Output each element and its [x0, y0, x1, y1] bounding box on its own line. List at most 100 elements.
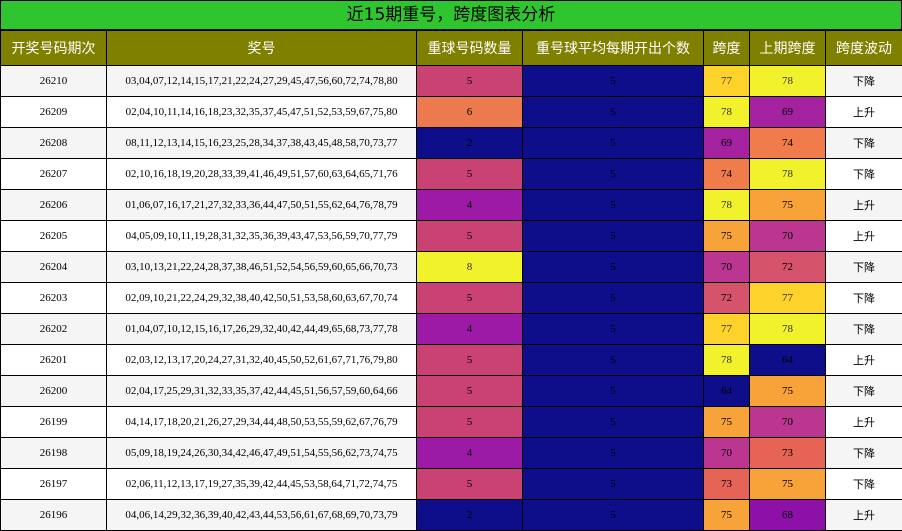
cell-trend: 下降 — [825, 375, 902, 407]
cell-avg-repeat: 5 — [522, 127, 704, 159]
cell-prev-span: 64 — [749, 344, 826, 376]
cell-span: 77 — [703, 313, 750, 345]
cell-prev-span: 70 — [749, 220, 826, 252]
cell-period: 26200 — [0, 375, 107, 407]
cell-avg-repeat: 5 — [522, 220, 704, 252]
cell-repeat-count: 2 — [416, 127, 523, 159]
cell-numbers: 02,06,11,12,13,17,19,27,35,39,42,44,45,5… — [106, 468, 417, 500]
header-trend: 跨度波动 — [825, 30, 902, 66]
cell-avg-repeat: 5 — [522, 282, 704, 314]
cell-prev-span: 73 — [749, 437, 826, 469]
header-numbers: 奖号 — [106, 30, 417, 66]
cell-repeat-count: 4 — [416, 437, 523, 469]
cell-prev-span: 78 — [749, 158, 826, 190]
cell-trend: 下降 — [825, 468, 902, 500]
cell-numbers: 04,06,14,29,32,36,39,40,42,43,44,53,56,6… — [106, 499, 417, 531]
cell-prev-span: 75 — [749, 375, 826, 407]
cell-trend: 上升 — [825, 344, 902, 376]
cell-span: 70 — [703, 251, 750, 283]
table-header-row: 开奖号码期次 奖号 重球号码数量 重号球平均每期开出个数 跨度 上期跨度 跨度波… — [0, 30, 902, 66]
cell-period: 26207 — [0, 158, 107, 190]
cell-span: 77 — [703, 65, 750, 97]
cell-numbers: 02,10,16,18,19,20,28,33,39,41,46,49,51,5… — [106, 158, 417, 190]
cell-prev-span: 70 — [749, 406, 826, 438]
cell-prev-span: 74 — [749, 127, 826, 159]
table-row: 26209 02,04,10,11,14,16,18,23,32,35,37,45… — [0, 96, 902, 128]
cell-avg-repeat: 5 — [522, 313, 704, 345]
cell-avg-repeat: 5 — [522, 406, 704, 438]
table-row: 26197 02,06,11,12,13,17,19,27,35,39,42,44… — [0, 468, 902, 500]
cell-avg-repeat: 5 — [522, 189, 704, 221]
cell-span: 75 — [703, 406, 750, 438]
cell-trend: 下降 — [825, 251, 902, 283]
table-row: 26200 02,04,17,25,29,31,32,33,35,37,42,44… — [0, 375, 902, 407]
cell-numbers: 04,14,17,18,20,21,26,27,29,34,44,48,50,5… — [106, 406, 417, 438]
cell-period: 26199 — [0, 406, 107, 438]
header-avg-repeat: 重号球平均每期开出个数 — [522, 30, 704, 66]
cell-avg-repeat: 5 — [522, 96, 704, 128]
cell-repeat-count: 4 — [416, 313, 523, 345]
cell-avg-repeat: 5 — [522, 251, 704, 283]
cell-prev-span: 78 — [749, 313, 826, 345]
cell-trend: 上升 — [825, 220, 902, 252]
cell-avg-repeat: 5 — [522, 65, 704, 97]
header-period: 开奖号码期次 — [0, 30, 107, 66]
cell-prev-span: 69 — [749, 96, 826, 128]
cell-numbers: 08,11,12,13,14,15,16,23,25,28,34,37,38,4… — [106, 127, 417, 159]
table-row: 26210 03,04,07,12,14,15,17,21,22,24,27,29… — [0, 65, 902, 97]
cell-trend: 下降 — [825, 158, 902, 190]
cell-repeat-count: 2 — [416, 499, 523, 531]
cell-prev-span: 75 — [749, 189, 826, 221]
cell-repeat-count: 5 — [416, 344, 523, 376]
table-row: 26203 02,09,10,21,22,24,29,32,38,40,42,50… — [0, 282, 902, 314]
cell-span: 64 — [703, 375, 750, 407]
cell-numbers: 02,03,12,13,17,20,24,27,31,32,40,45,50,5… — [106, 344, 417, 376]
cell-avg-repeat: 5 — [522, 499, 704, 531]
table-row: 26207 02,10,16,18,19,20,28,33,39,41,46,49… — [0, 158, 902, 190]
table-row: 26202 01,04,07,10,12,15,16,17,26,29,32,40… — [0, 313, 902, 345]
cell-period: 26201 — [0, 344, 107, 376]
header-repeat-count: 重球号码数量 — [416, 30, 523, 66]
cell-numbers: 02,04,17,25,29,31,32,33,35,37,42,44,45,5… — [106, 375, 417, 407]
page-title: 近15期重号，跨度图表分析 — [0, 0, 902, 30]
cell-avg-repeat: 5 — [522, 158, 704, 190]
cell-repeat-count: 5 — [416, 65, 523, 97]
table-row: 26204 03,10,13,21,22,24,28,37,38,46,51,52… — [0, 251, 902, 283]
cell-numbers: 02,04,10,11,14,16,18,23,32,35,37,45,47,5… — [106, 96, 417, 128]
cell-repeat-count: 5 — [416, 220, 523, 252]
cell-numbers: 05,09,18,19,24,26,30,34,42,46,47,49,51,5… — [106, 437, 417, 469]
cell-prev-span: 78 — [749, 65, 826, 97]
cell-repeat-count: 5 — [416, 158, 523, 190]
cell-repeat-count: 4 — [416, 189, 523, 221]
cell-span: 70 — [703, 437, 750, 469]
cell-trend: 上升 — [825, 96, 902, 128]
span-analysis-table: 开奖号码期次 奖号 重球号码数量 重号球平均每期开出个数 跨度 上期跨度 跨度波… — [0, 30, 902, 531]
cell-repeat-count: 5 — [416, 406, 523, 438]
cell-trend: 下降 — [825, 127, 902, 159]
cell-trend: 下降 — [825, 282, 902, 314]
cell-span: 78 — [703, 189, 750, 221]
cell-prev-span: 75 — [749, 468, 826, 500]
cell-span: 69 — [703, 127, 750, 159]
table-row: 26198 05,09,18,19,24,26,30,34,42,46,47,49… — [0, 437, 902, 469]
cell-period: 26203 — [0, 282, 107, 314]
cell-span: 72 — [703, 282, 750, 314]
table-row: 26196 04,06,14,29,32,36,39,40,42,43,44,53… — [0, 499, 902, 531]
cell-period: 26204 — [0, 251, 107, 283]
cell-trend: 下降 — [825, 65, 902, 97]
cell-trend: 下降 — [825, 313, 902, 345]
cell-numbers: 04,05,09,10,11,19,28,31,32,35,36,39,43,4… — [106, 220, 417, 252]
cell-repeat-count: 5 — [416, 282, 523, 314]
header-span: 跨度 — [703, 30, 750, 66]
cell-period: 26210 — [0, 65, 107, 97]
cell-numbers: 01,06,07,16,17,21,27,32,33,36,44,47,50,5… — [106, 189, 417, 221]
cell-period: 26208 — [0, 127, 107, 159]
cell-period: 26198 — [0, 437, 107, 469]
cell-numbers: 02,09,10,21,22,24,29,32,38,40,42,50,51,5… — [106, 282, 417, 314]
cell-period: 26205 — [0, 220, 107, 252]
cell-repeat-count: 5 — [416, 468, 523, 500]
cell-numbers: 03,04,07,12,14,15,17,21,22,24,27,29,45,4… — [106, 65, 417, 97]
cell-trend: 下降 — [825, 437, 902, 469]
cell-prev-span: 68 — [749, 499, 826, 531]
cell-period: 26202 — [0, 313, 107, 345]
